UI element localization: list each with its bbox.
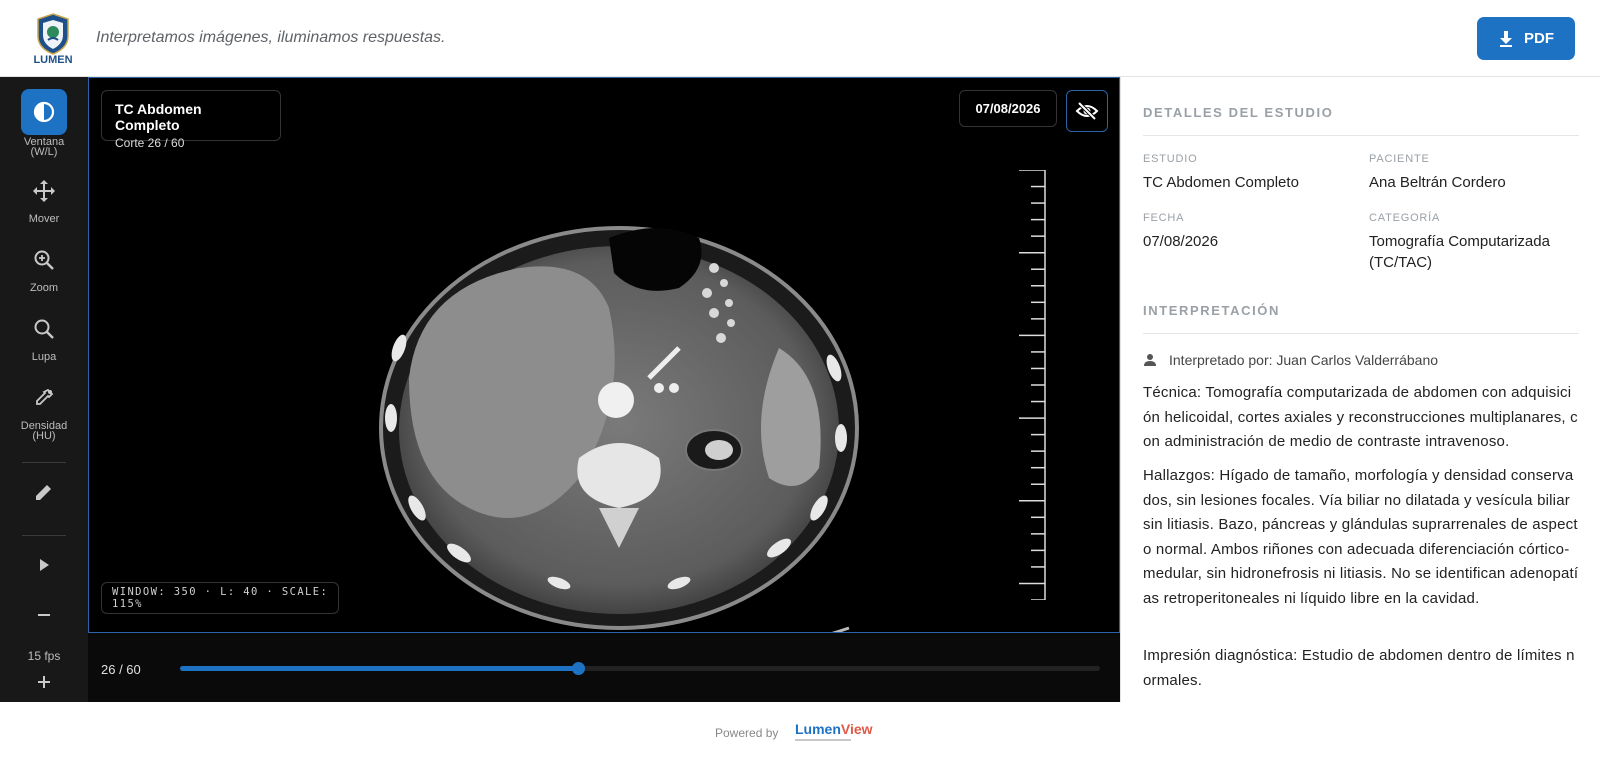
zoom-in-icon — [21, 245, 67, 275]
svg-text:LUMEN: LUMEN — [33, 54, 72, 66]
increase-fps-button[interactable] — [0, 667, 88, 697]
tool-label: Mover — [28, 213, 60, 225]
study-info-overlay: TC Abdomen Completo Corte 26 / 60 — [101, 90, 281, 150]
tool-window-level[interactable]: Ventana (W/L) — [0, 89, 88, 158]
fps-value: 15 fps — [27, 649, 61, 663]
slice-navigator: 26 / 60 — [88, 633, 1120, 702]
findings-paragraph: Hallazgos: Hígado de tamaño, morfología … — [1143, 467, 1579, 607]
plus-icon — [21, 667, 67, 697]
toggle-overlay-button[interactable] — [1066, 90, 1108, 132]
brand-underline — [795, 739, 851, 741]
details-section-title: DETALLES DEL ESTUDIO — [1143, 105, 1334, 120]
play-icon — [21, 550, 67, 580]
study-field-label: ESTUDIO — [1143, 153, 1198, 165]
tool-label: Zoom — [29, 282, 59, 294]
slice-slider-thumb[interactable] — [571, 662, 585, 675]
tool-label: Ventana (W/L) — [23, 136, 65, 158]
tool-move[interactable]: Mover — [0, 176, 88, 225]
patient-field-value: Ana Beltrán Cordero — [1369, 174, 1506, 191]
tools-sidebar: Ventana (W/L) Mover Zoom Lupa Densidad (… — [0, 77, 88, 702]
study-date-overlay: 07/08/2026 — [959, 90, 1057, 127]
patient-field-label: PACIENTE — [1369, 153, 1430, 165]
move-icon — [21, 176, 67, 206]
impression-paragraph: Impresión diagnóstica: Estudio de abdome… — [1143, 647, 1575, 689]
tool-annotate[interactable] — [0, 477, 88, 507]
slice-counter: 26 / 60 — [101, 662, 141, 677]
study-details-panel: DETALLES DEL ESTUDIO ESTUDIO TC Abdomen … — [1120, 77, 1600, 702]
app-footer: Powered by LumenView — [0, 702, 1600, 762]
download-pdf-button[interactable]: PDF — [1477, 17, 1575, 60]
app-header: LUMEN Interpretamos imágenes, iluminamos… — [0, 0, 1600, 77]
person-icon — [1144, 354, 1156, 366]
slice-label: Corte 26 / 60 — [115, 136, 185, 150]
study-field-value: TC Abdomen Completo — [1143, 174, 1299, 191]
tool-density[interactable]: Densidad (HU) — [0, 383, 88, 442]
divider — [1143, 333, 1579, 334]
pdf-button-label: PDF — [1524, 30, 1554, 47]
eyedropper-icon — [21, 383, 67, 413]
minus-icon — [21, 600, 67, 630]
decrease-fps-button[interactable] — [0, 600, 88, 630]
category-field-value: Tomografía Computarizada (TC/TAC) — [1369, 233, 1550, 271]
interpreter-name: Interpretado por: Juan Carlos Valderrába… — [1169, 352, 1439, 368]
toolbar-divider — [22, 462, 66, 463]
window-level-readout: WINDOW: 350 · L: 40 · SCALE: 115% — [101, 582, 339, 614]
lumenview-logo[interactable]: LumenView — [795, 721, 873, 737]
contrast-icon — [21, 89, 67, 135]
image-viewer[interactable]: TC Abdomen Completo Corte 26 / 60 07/08/… — [88, 77, 1120, 633]
slice-slider-fill — [180, 666, 578, 671]
magnifier-icon — [21, 314, 67, 344]
date-field-label: FECHA — [1143, 212, 1185, 224]
tool-label: Lupa — [31, 351, 57, 363]
interpretation-section-title: INTERPRETACIÓN — [1143, 303, 1280, 318]
interpreted-by: Interpretado por: Juan Carlos Valderrába… — [1143, 352, 1438, 368]
scale-ruler — [1019, 170, 1046, 600]
ct-scan-image[interactable] — [329, 178, 889, 633]
tagline: Interpretamos imágenes, iluminamos respu… — [96, 29, 446, 46]
toolbar-divider — [22, 535, 66, 536]
tool-label: Densidad (HU) — [20, 420, 68, 442]
lumen-logo[interactable]: LUMEN — [24, 10, 82, 66]
download-icon — [1500, 30, 1512, 47]
technique-paragraph: Técnica: Tomografía computarizada de abd… — [1143, 384, 1578, 450]
tool-magnifier[interactable]: Lupa — [0, 314, 88, 363]
category-field-label: CATEGORÍA — [1369, 212, 1441, 224]
brand-part-1: Lumen — [795, 721, 841, 737]
play-button[interactable] — [0, 550, 88, 580]
powered-by-label: Powered by — [715, 726, 779, 740]
slice-slider[interactable] — [180, 662, 1100, 675]
divider — [1143, 135, 1579, 136]
eye-off-icon — [1075, 101, 1099, 121]
pencil-icon — [21, 477, 67, 507]
date-field-value: 07/08/2026 — [1143, 233, 1219, 250]
brand-part-2: View — [840, 721, 873, 737]
tool-zoom[interactable]: Zoom — [0, 245, 88, 294]
study-title: TC Abdomen Completo — [115, 101, 202, 133]
